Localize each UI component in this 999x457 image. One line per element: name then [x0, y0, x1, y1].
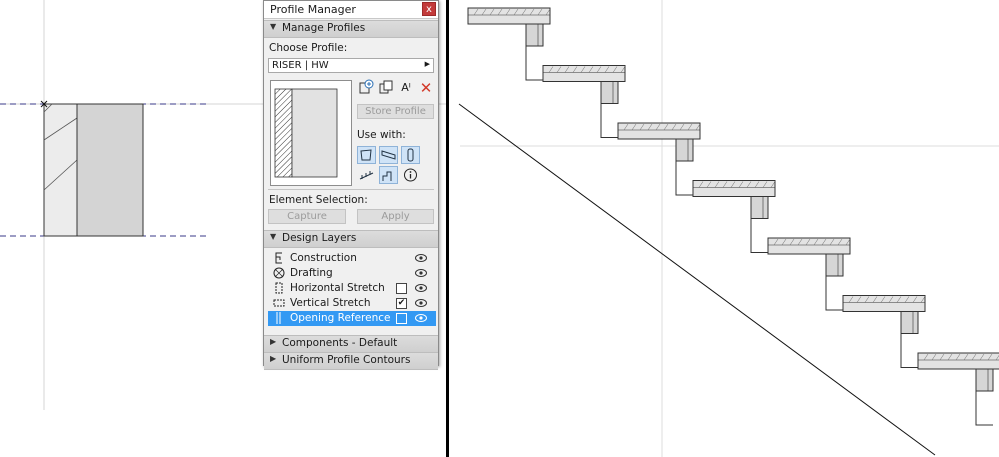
profile-manager-panel: Profile Manager x ▼ Manage Profiles Choo… [263, 0, 439, 370]
panel-title: Profile Manager [270, 3, 356, 16]
stair-section-canvas[interactable] [449, 0, 999, 457]
uniform-contours-header[interactable]: ▶ Uniform Profile Contours [264, 352, 438, 370]
choose-profile-label: Choose Profile: [269, 42, 348, 54]
new-profile-icon[interactable] [357, 79, 375, 97]
layer-row-horizontal-stretch[interactable]: Horizontal Stretch [268, 281, 436, 296]
stair-riser [825, 253, 844, 277]
eye-icon[interactable] [415, 268, 427, 278]
eye-icon[interactable] [415, 283, 427, 293]
element-selection-label: Element Selection: [269, 194, 368, 206]
eye-icon[interactable] [415, 253, 427, 263]
layer-checkbox[interactable] [396, 313, 407, 324]
drafting-layer-icon [273, 267, 285, 279]
collapse-triangle-icon: ▼ [270, 22, 277, 31]
stair-riser [975, 368, 994, 392]
manage-profiles-label: Manage Profiles [282, 22, 366, 34]
profile-preview [270, 80, 352, 186]
duplicate-profile-icon[interactable] [377, 79, 395, 97]
layer-checkbox[interactable] [396, 283, 407, 294]
stair-steps [467, 7, 999, 426]
capture-button[interactable]: Capture [268, 209, 346, 224]
design-layers-label: Design Layers [282, 232, 357, 244]
apply-button[interactable]: Apply [357, 209, 434, 224]
panel-titlebar[interactable]: Profile Manager x [264, 1, 438, 19]
choose-profile-dropdown[interactable]: RISER | HW ▶ [268, 58, 434, 73]
beam-use-icon[interactable] [379, 146, 398, 164]
dropdown-arrow-icon: ▶ [424, 60, 430, 68]
store-profile-button[interactable]: Store Profile [357, 104, 434, 119]
column-use-icon[interactable] [401, 146, 420, 164]
wall-use-icon[interactable] [357, 146, 376, 164]
layer-checkbox[interactable]: ✔ [396, 298, 407, 309]
horizontal-stretch-icon [275, 282, 283, 294]
stair-riser [600, 81, 619, 104]
eye-icon[interactable] [415, 298, 427, 308]
delete-profile-icon[interactable]: ✕ [417, 79, 435, 97]
info-icon[interactable] [401, 166, 420, 184]
layer-name: Drafting [290, 267, 333, 279]
layer-name: Construction [290, 252, 357, 264]
components-label: Components - Default [282, 337, 398, 349]
rename-profile-icon[interactable]: Aᴵ [397, 79, 415, 97]
design-layers-header[interactable]: ▼ Design Layers [264, 230, 438, 248]
layer-name: Vertical Stretch [290, 297, 371, 309]
uniform-contours-label: Uniform Profile Contours [282, 354, 411, 366]
layer-name: Opening Reference [290, 312, 391, 324]
expand-triangle-icon: ▶ [270, 337, 277, 346]
layer-row-opening-reference[interactable]: Opening Reference [268, 311, 436, 326]
stair-structure-use-icon[interactable] [379, 166, 398, 184]
opening-reference-icon [276, 312, 281, 324]
stair-riser [900, 311, 919, 334]
close-button[interactable]: x [422, 2, 436, 16]
use-with-label: Use with: [357, 129, 406, 141]
profile-value: RISER | HW [272, 60, 329, 71]
layer-row-drafting[interactable]: Drafting [268, 266, 436, 281]
eye-icon[interactable] [415, 313, 427, 323]
layer-row-vertical-stretch[interactable]: Vertical Stretch ✔ [268, 296, 436, 311]
construction-layer-icon [275, 252, 282, 264]
components-header[interactable]: ▶ Components - Default [264, 335, 438, 353]
divider [268, 189, 434, 190]
stair-riser [525, 23, 544, 47]
railing-use-icon[interactable] [357, 166, 376, 184]
manage-profiles-header[interactable]: ▼ Manage Profiles [264, 20, 438, 38]
vertical-stretch-icon [273, 299, 285, 307]
stair-tread [917, 352, 999, 370]
layer-name: Horizontal Stretch [290, 282, 385, 294]
stair-riser [675, 138, 694, 162]
stair-riser [750, 196, 769, 219]
layer-row-construction[interactable]: Construction [268, 251, 436, 266]
expand-triangle-icon: ▶ [270, 354, 277, 363]
collapse-triangle-icon: ▼ [270, 232, 277, 241]
